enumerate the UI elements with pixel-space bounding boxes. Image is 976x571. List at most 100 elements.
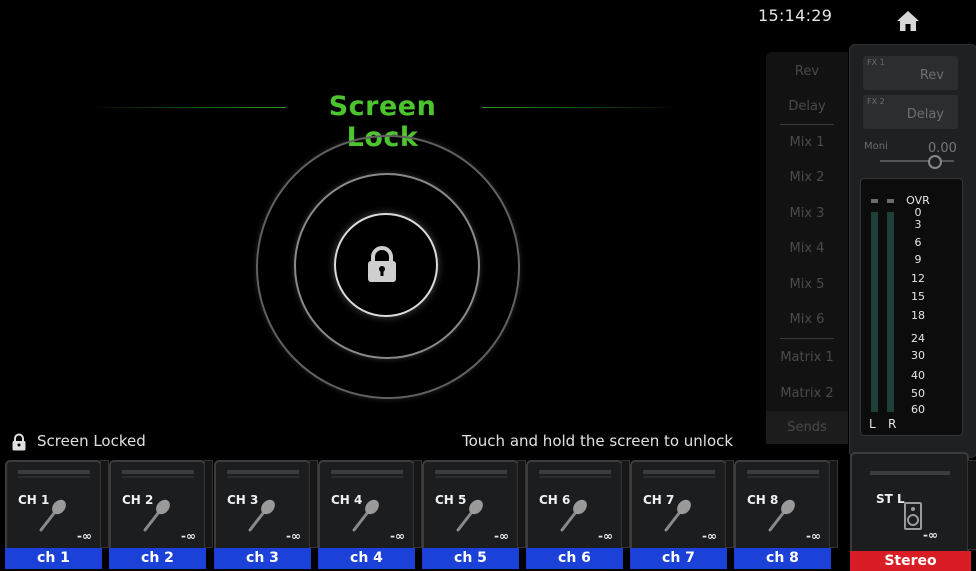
channel-name[interactable]: ch 5 (422, 548, 519, 569)
meter-scale-label: 50 (911, 387, 925, 400)
send-mix-5[interactable]: Mix 5 (766, 267, 848, 302)
moni-slider-knob[interactable] (928, 155, 942, 169)
microphone-icon (143, 499, 170, 532)
channel-strip-6[interactable]: CH 6 -∞ ch 6 (526, 460, 630, 570)
send-mix-4[interactable]: Mix 4 (766, 231, 848, 266)
channel-meter (539, 470, 611, 474)
microphone-icon (456, 499, 483, 532)
sends-tab[interactable]: Sends (766, 411, 848, 444)
channel-strip-8[interactable]: CH 8 -∞ ch 8 (734, 460, 838, 570)
channel-strip-7[interactable]: CH 7 -∞ ch 7 (630, 460, 734, 570)
channel-name[interactable]: ch 6 (526, 548, 623, 569)
microphone-icon (664, 499, 691, 532)
send-divider (780, 338, 834, 339)
channel-fader[interactable] (621, 460, 630, 548)
channel-level: -∞ (390, 529, 405, 543)
channel-fader[interactable] (204, 460, 213, 548)
send-mix-3[interactable]: Mix 3 (766, 196, 848, 231)
channel-meter (331, 470, 403, 474)
channel-fader[interactable] (309, 460, 318, 548)
meter-scale-label: 12 (911, 272, 925, 285)
channel-name[interactable]: ch 3 (214, 548, 311, 569)
unlock-hint: Touch and hold the screen to unlock (462, 432, 734, 450)
channel-strip-1[interactable]: CH 1 -∞ ch 1 (5, 460, 109, 570)
meter-bar-left (871, 212, 878, 412)
meter-bar-right (887, 212, 894, 412)
meter-left-label: L (869, 417, 876, 431)
channel-fader[interactable] (829, 460, 838, 548)
meter-scale-label: 30 (911, 349, 925, 362)
fx1-button[interactable]: FX 1 Rev (863, 56, 958, 90)
channel-level: -∞ (286, 529, 301, 543)
channel-meter (747, 470, 819, 474)
send-mix-6[interactable]: Mix 6 (766, 302, 848, 337)
stereo-strip[interactable]: ST L -∞ Stereo (850, 452, 976, 571)
send-mix-1[interactable]: Mix 1 (766, 125, 848, 160)
channel-meter-sub (435, 476, 507, 478)
stereo-name[interactable]: Stereo (850, 551, 971, 571)
channel-panel[interactable]: CH 4 -∞ (318, 460, 415, 552)
send-matrix-1[interactable]: Matrix 1 (766, 340, 848, 375)
channel-panel[interactable]: CH 2 -∞ (109, 460, 206, 552)
meter-right-label: R (888, 417, 897, 431)
meter-scale-label: 15 (911, 290, 925, 303)
channel-fader[interactable] (413, 460, 422, 548)
moni-slider-track[interactable] (880, 160, 954, 162)
channel-panel[interactable]: CH 1 -∞ (5, 460, 102, 552)
microphone-icon (560, 499, 587, 532)
home-button[interactable] (880, 4, 936, 38)
microphone-icon (248, 499, 275, 532)
stereo-strip-meter (870, 471, 950, 475)
fx2-label: Delay (906, 107, 944, 122)
send-mix-2[interactable]: Mix 2 (766, 160, 848, 195)
meter-scale-label: 60 (911, 403, 925, 416)
channel-strip-2[interactable]: CH 2 -∞ ch 2 (109, 460, 213, 570)
lock-status-icon (12, 433, 26, 451)
channel-fader[interactable] (100, 460, 109, 548)
microphone-icon (39, 499, 66, 532)
title-rule-left (86, 107, 286, 108)
send-delay[interactable]: Delay (766, 89, 848, 124)
channel-panel[interactable]: CH 8 -∞ (734, 460, 831, 552)
channel-name[interactable]: ch 4 (318, 548, 415, 569)
channel-meter-sub (122, 476, 194, 478)
channel-strip-4[interactable]: CH 4 -∞ ch 4 (318, 460, 422, 570)
channel-meter-sub (747, 476, 819, 478)
channel-panel[interactable]: CH 7 -∞ (630, 460, 727, 552)
meter-scale-label: 24 (911, 332, 925, 345)
microphone-icon (768, 499, 795, 532)
channel-panel[interactable]: CH 3 -∞ (214, 460, 311, 552)
speaker-icon (904, 502, 922, 530)
channel-meter-sub (18, 476, 90, 478)
channel-name[interactable]: ch 7 (630, 548, 727, 569)
channel-strip-5[interactable]: CH 5 -∞ ch 5 (422, 460, 526, 570)
microphone-icon (352, 499, 379, 532)
send-matrix-2[interactable]: Matrix 2 (766, 376, 848, 411)
channel-meter (122, 470, 194, 474)
stereo-panel[interactable]: ST L -∞ (850, 452, 969, 553)
fx2-button[interactable]: FX 2 Delay (863, 95, 958, 129)
meter-scale-label: 3 (914, 218, 922, 231)
meter-peak-right (887, 199, 894, 203)
send-rev[interactable]: Rev (766, 54, 848, 89)
channel-name[interactable]: ch 1 (5, 548, 102, 569)
channel-level: -∞ (77, 529, 92, 543)
channel-strip-3[interactable]: CH 3 -∞ ch 3 (214, 460, 318, 570)
channel-level: -∞ (494, 529, 509, 543)
channel-fader[interactable] (725, 460, 734, 548)
channel-name[interactable]: ch 8 (734, 548, 831, 569)
meter-scale-label: 18 (911, 309, 925, 322)
clock: 15:14:29 (758, 6, 833, 25)
channel-panel[interactable]: CH 6 -∞ (526, 460, 623, 552)
channel-fader[interactable] (517, 460, 526, 548)
channel-meter (227, 470, 299, 474)
moni-label: Moni (864, 141, 888, 152)
stereo-fader[interactable] (967, 460, 976, 550)
channel-name[interactable]: ch 2 (109, 548, 206, 569)
send-list: Rev Delay Mix 1 Mix 2 Mix 3 Mix 4 Mix 5 … (766, 52, 848, 444)
channel-meter (435, 470, 507, 474)
channel-level: -∞ (702, 529, 717, 543)
channel-panel[interactable]: CH 5 -∞ (422, 460, 519, 552)
meter-peak-left (871, 199, 878, 203)
fx2-tag: FX 2 (867, 97, 885, 106)
